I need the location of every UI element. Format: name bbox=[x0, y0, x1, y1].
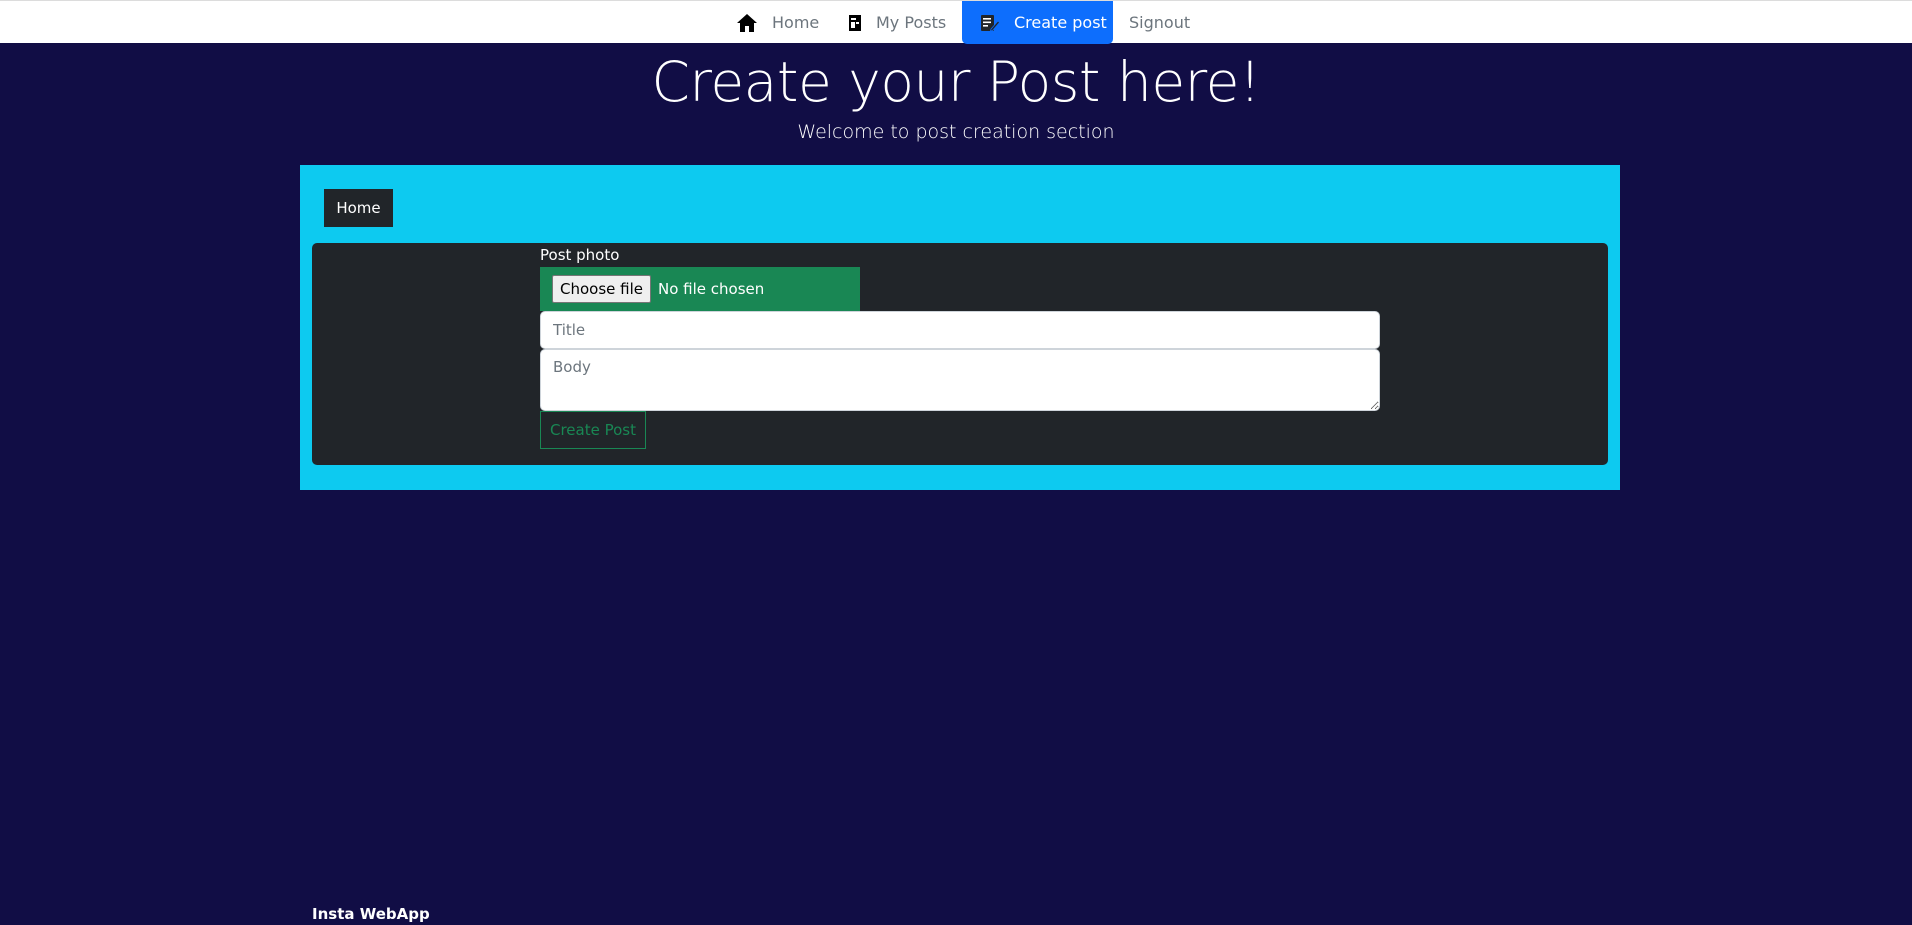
nav-item-label: Signout bbox=[1129, 13, 1191, 32]
create-post-panel: Home Post photo Choose file No file chos… bbox=[300, 165, 1620, 490]
document-icon bbox=[848, 14, 862, 32]
nav-item-label: Create post bbox=[1014, 13, 1107, 32]
home-icon bbox=[736, 13, 758, 33]
footer-brand: Insta WebApp bbox=[312, 905, 430, 923]
post-form-card: Post photo Choose file No file chosen Cr… bbox=[312, 243, 1608, 465]
choose-file-button[interactable]: Choose file bbox=[552, 275, 651, 303]
create-post-button[interactable]: Create Post bbox=[540, 411, 646, 449]
home-button[interactable]: Home bbox=[324, 189, 393, 227]
nav-item-my-posts[interactable]: My Posts bbox=[848, 1, 958, 44]
body-textarea[interactable] bbox=[540, 349, 1380, 411]
nav-item-label: My Posts bbox=[876, 13, 947, 32]
file-status-text: No file chosen bbox=[658, 280, 765, 298]
edit-document-icon bbox=[980, 14, 1000, 32]
top-navbar: Home My Posts Create post Signout bbox=[0, 0, 1912, 44]
nav-item-create-post[interactable]: Create post bbox=[962, 1, 1113, 44]
title-input[interactable] bbox=[540, 311, 1380, 349]
page-title: Create your Post here! bbox=[651, 50, 1261, 114]
post-photo-label: Post photo bbox=[540, 246, 620, 264]
page-subtitle: Welcome to post creation section bbox=[797, 121, 1115, 143]
file-input: Choose file No file chosen bbox=[540, 267, 860, 311]
nav-item-home[interactable]: Home bbox=[736, 1, 836, 44]
nav-item-label: Home bbox=[772, 13, 820, 32]
nav-item-signout[interactable]: Signout bbox=[1129, 1, 1199, 44]
